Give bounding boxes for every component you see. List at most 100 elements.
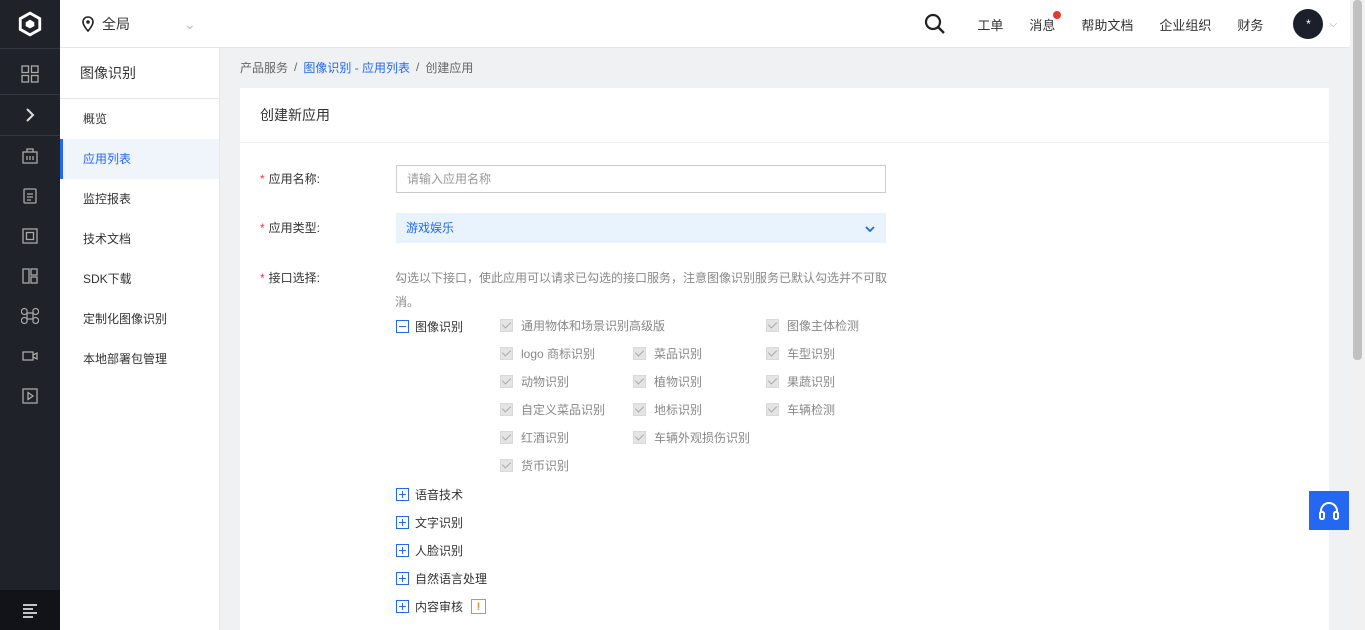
nav-organization[interactable]: 企业组织	[1159, 15, 1211, 34]
avatar-chevron-icon[interactable]: ⌵	[1329, 19, 1337, 30]
api-checkbox[interactable]: 车辆检测	[766, 401, 835, 418]
api-checkbox[interactable]: 货币识别	[500, 457, 569, 474]
api-checkbox[interactable]: 自定义菜品识别	[500, 401, 605, 418]
sidebar-item-local-deploy[interactable]: 本地部署包管理	[60, 339, 219, 379]
nav-help-docs[interactable]: 帮助文档	[1081, 15, 1133, 34]
notification-dot	[1053, 10, 1062, 19]
api-checkbox[interactable]: 车辆外观损伤识别	[633, 429, 750, 446]
api-checkbox[interactable]: 红酒识别	[500, 429, 569, 446]
group-label: 图像识别	[415, 320, 464, 334]
nav-finance[interactable]: 财务	[1237, 15, 1263, 34]
layout-icon[interactable]	[0, 256, 60, 296]
api-label: 通用物体和场景识别高级版	[521, 319, 666, 333]
frame-icon[interactable]	[0, 216, 60, 256]
report-icon[interactable]	[0, 176, 60, 216]
api-checkbox[interactable]: 地标识别	[633, 401, 702, 418]
logo-icon[interactable]	[0, 0, 60, 48]
api-label: 果蔬识别	[787, 375, 836, 389]
checkbox-icon	[500, 375, 513, 388]
type-label: 应用类型:	[268, 221, 321, 235]
page-title: 创建新应用	[240, 88, 1329, 143]
avatar[interactable]: *	[1293, 9, 1324, 39]
checkbox-icon	[766, 403, 779, 416]
breadcrumb-sep: /	[416, 60, 420, 74]
api-checkbox[interactable]: 车型识别	[766, 345, 835, 362]
breadcrumb-current: 创建应用	[425, 60, 474, 75]
api-checkbox[interactable]: 植物识别	[633, 373, 702, 390]
group-image-recognition[interactable]: 图像识别	[396, 318, 463, 335]
play-icon[interactable]	[0, 376, 60, 416]
region-selector[interactable]: 全局 ⌄	[80, 0, 196, 48]
expand-plus-icon[interactable]	[396, 488, 409, 501]
api-checkbox[interactable]: logo 商标识别	[500, 345, 595, 362]
expand-plus-icon[interactable]	[396, 600, 409, 613]
expand-plus-icon[interactable]	[396, 572, 409, 585]
chevron-down-icon	[864, 213, 876, 243]
group-face[interactable]: 人脸识别	[396, 542, 463, 559]
support-headset-button[interactable]	[1309, 491, 1349, 530]
nav-ticket[interactable]: 工单	[977, 15, 1003, 34]
group-ocr[interactable]: 文字识别	[396, 514, 463, 531]
group-label: 内容审核	[415, 600, 464, 614]
api-checkbox[interactable]: 通用物体和场景识别高级版	[500, 317, 665, 334]
headset-icon	[1319, 501, 1339, 520]
breadcrumb-app-list-link[interactable]: 图像识别 - 应用列表	[303, 59, 410, 76]
command-icon[interactable]	[0, 296, 60, 336]
sidebar-item-custom-image[interactable]: 定制化图像识别	[60, 299, 219, 339]
app-name-input[interactable]: 请输入应用名称	[396, 165, 886, 193]
location-pin-icon	[82, 16, 94, 32]
expand-icon[interactable]	[0, 95, 60, 135]
breadcrumb-root[interactable]: 产品服务	[240, 59, 288, 76]
checkbox-icon	[500, 431, 513, 444]
grid-icon[interactable]	[0, 54, 60, 94]
scrollbar-thumb[interactable]	[1353, 0, 1362, 360]
app-type-select[interactable]: 游戏娱乐	[396, 213, 886, 243]
api-checkbox[interactable]: 动物识别	[500, 373, 569, 390]
required-mark: *	[260, 221, 265, 235]
api-checkbox[interactable]: 果蔬识别	[766, 373, 835, 390]
app-type-value: 游戏娱乐	[406, 221, 455, 235]
checkbox-icon	[500, 319, 513, 332]
video-icon[interactable]	[0, 336, 60, 376]
breadcrumb-sep: /	[294, 60, 298, 74]
region-label: 全局	[102, 16, 130, 32]
group-content-audit[interactable]: 内容审核!	[396, 598, 487, 615]
nav-messages[interactable]: 消息	[1029, 10, 1062, 34]
group-nlp[interactable]: 自然语言处理	[396, 570, 487, 587]
api-label-row: * 接口选择:	[260, 269, 320, 286]
group-label: 语音技术	[415, 488, 464, 502]
group-speech[interactable]: 语音技术	[396, 486, 463, 503]
sidebar-item-monitor-report[interactable]: 监控报表	[60, 179, 219, 219]
api-label: 红酒识别	[521, 431, 570, 445]
page-scrollbar[interactable]	[1350, 0, 1365, 630]
chevron-down-icon: ⌄	[184, 15, 196, 32]
sidebar-item-overview[interactable]: 概览	[60, 99, 219, 139]
checkbox-icon	[633, 403, 646, 416]
nav-messages-label: 消息	[1029, 17, 1056, 33]
api-label: 图像主体检测	[787, 319, 860, 333]
api-checkbox[interactable]: 菜品识别	[633, 345, 702, 362]
warning-icon[interactable]: !	[471, 599, 487, 614]
create-app-card: 创建新应用 * 应用名称: 请输入应用名称 * 应用类型: 游戏娱乐 * 接口选择: …	[240, 88, 1329, 630]
collapse-icon[interactable]	[396, 320, 409, 333]
name-label: 应用名称:	[268, 172, 321, 186]
checkbox-icon	[500, 459, 513, 472]
checkbox-icon	[500, 403, 513, 416]
building-icon[interactable]	[0, 136, 60, 176]
api-label: 地标识别	[654, 403, 703, 417]
api-label: 自定义菜品识别	[521, 403, 606, 417]
menu-toggle-icon[interactable]	[0, 590, 60, 630]
api-label: 车辆检测	[787, 403, 836, 417]
search-icon[interactable]	[923, 12, 947, 36]
group-label: 文字识别	[415, 516, 464, 530]
expand-plus-icon[interactable]	[396, 544, 409, 557]
sidebar-item-app-list[interactable]: 应用列表	[60, 139, 219, 179]
checkbox-icon	[766, 375, 779, 388]
required-mark: *	[260, 172, 265, 186]
expand-plus-icon[interactable]	[396, 516, 409, 529]
api-label: 接口选择:	[268, 271, 321, 285]
sidebar-item-sdk-download[interactable]: SDK下载	[60, 259, 219, 299]
api-checkbox[interactable]: 图像主体检测	[766, 317, 859, 334]
checkbox-icon	[633, 431, 646, 444]
sidebar-item-tech-docs[interactable]: 技术文档	[60, 219, 219, 259]
